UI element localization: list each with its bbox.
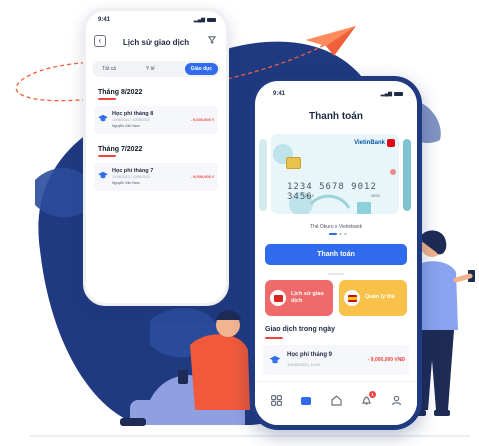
bell-icon[interactable]: 1 (359, 390, 376, 408)
month-heading: Tháng 8/2022 (98, 89, 143, 96)
bank-card[interactable]: VietinBank 1234 5678 9012 3456 21/16 08/… (271, 134, 399, 214)
home-icon[interactable] (329, 394, 343, 408)
status-bar: 9:41 ▂▄▆ (255, 81, 417, 97)
transaction-amount: - 9,000,000 ₫ (190, 117, 214, 122)
transaction-history-phone: 9:41 ▂▄▆ ‹ Lịch sử giao dịch Tất cả Y tế… (83, 8, 229, 306)
card-valid-thru: 08/00 (371, 194, 380, 198)
card-expiry: 21/16 (305, 194, 314, 198)
section-underline (265, 337, 283, 339)
card-number: 1234 5678 9012 3456 (287, 182, 377, 202)
tab-health[interactable]: Y tế (146, 66, 155, 72)
battery-icon (394, 92, 403, 96)
notification-badge: 1 (369, 390, 376, 398)
transaction-datetime: 10/08/2022 | 10:00 (287, 362, 321, 367)
graduation-cap-icon (269, 355, 281, 364)
transaction-datetime: 10/08/2022 | 10/08/2022 (112, 175, 150, 179)
transaction-title: Học phí tháng 7 (112, 168, 154, 174)
transaction-item[interactable]: Học phí tháng 8 10/08/2022 | 10/08/2022 … (94, 106, 218, 134)
carousel-indicator (329, 233, 347, 235)
card-pattern (273, 144, 396, 214)
transaction-title: Học phí tháng 9 (287, 352, 332, 358)
spain-flag-icon (344, 290, 360, 306)
tab-all[interactable]: Tất cả (102, 66, 116, 72)
transaction-amount: - 9,000,000 ₫ (190, 174, 214, 179)
status-bar: 9:41 ▂▄▆ (86, 11, 226, 23)
payment-phone: 9:41 ▂▄▆ Thanh toán VietinBank 1234 5678… (250, 76, 422, 430)
page-title: Lịch sử giao dịch (122, 37, 190, 47)
carousel-dot-active (329, 233, 337, 235)
transaction-datetime: 10/08/2022 | 10/08/2022 (112, 118, 150, 122)
tile-label: Lịch sử giao dịch (291, 290, 324, 304)
filter-icon[interactable] (208, 36, 216, 44)
carousel-dot (339, 233, 342, 235)
card-brand: VietinBank (354, 140, 385, 146)
section-title: Giao dịch trong ngày (265, 326, 336, 333)
previous-card-peek[interactable] (259, 139, 267, 211)
tab-education[interactable]: Giáo dục (184, 63, 218, 75)
status-icons: ▂▄▆ (194, 17, 216, 23)
card-caption: Thẻ Okuro x Vietinbank (309, 224, 363, 230)
transaction-item[interactable]: Học phí tháng 7 10/08/2022 | 10/08/2022 … (94, 163, 218, 191)
graduation-cap-icon (98, 171, 108, 179)
section-underline (98, 155, 116, 157)
status-time: 9:41 (273, 91, 286, 97)
transaction-item[interactable]: Học phí tháng 9 10/08/2022 | 10:00 - 9,0… (263, 345, 409, 375)
transaction-history-tile[interactable]: Lịch sử giao dịch (265, 280, 333, 316)
bottom-nav: 1 (255, 381, 417, 425)
category-tabs: Tất cả Y tế Giáo dục (92, 61, 220, 77)
page-header: ‹ Lịch sử giao dịch (86, 29, 226, 55)
next-card-peek[interactable] (403, 139, 411, 211)
user-icon[interactable] (389, 394, 403, 408)
status-time: 9:41 (98, 17, 111, 23)
signal-icon: ▂▄▆ (380, 91, 392, 97)
transaction-title: Học phí tháng 8 (112, 111, 154, 117)
card-management-tile[interactable]: Quản lý thẻ (339, 280, 407, 316)
card-chip-icon (286, 157, 301, 169)
graduation-cap-icon (98, 114, 108, 122)
pay-button[interactable]: Thanh toán (265, 244, 407, 265)
divider (328, 273, 344, 275)
chevron-left-icon[interactable]: ‹ (94, 35, 106, 47)
transaction-amount: - 9,000,000 VNĐ (367, 357, 405, 363)
carousel-dot (344, 233, 347, 235)
status-icons: ▂▄▆ (381, 91, 403, 97)
vietinbank-logo-icon (387, 139, 395, 147)
section-underline (98, 98, 116, 100)
payment-screen: 9:41 ▂▄▆ Thanh toán VietinBank 1234 5678… (255, 81, 417, 425)
wallet-icon[interactable] (299, 394, 313, 408)
page-title: Thanh toán (309, 111, 363, 122)
signal-icon: ▂▄▆ (193, 17, 205, 23)
grid-icon[interactable] (269, 394, 283, 408)
month-heading: Tháng 7/2022 (98, 146, 143, 153)
tile-label: Quản lý thẻ (365, 294, 395, 301)
battery-icon (207, 18, 216, 22)
transaction-person: Nguyễn Văn Nam (112, 124, 140, 128)
vietnam-flag-icon (270, 290, 286, 306)
transaction-person: Nguyễn Văn Nam (112, 181, 140, 185)
